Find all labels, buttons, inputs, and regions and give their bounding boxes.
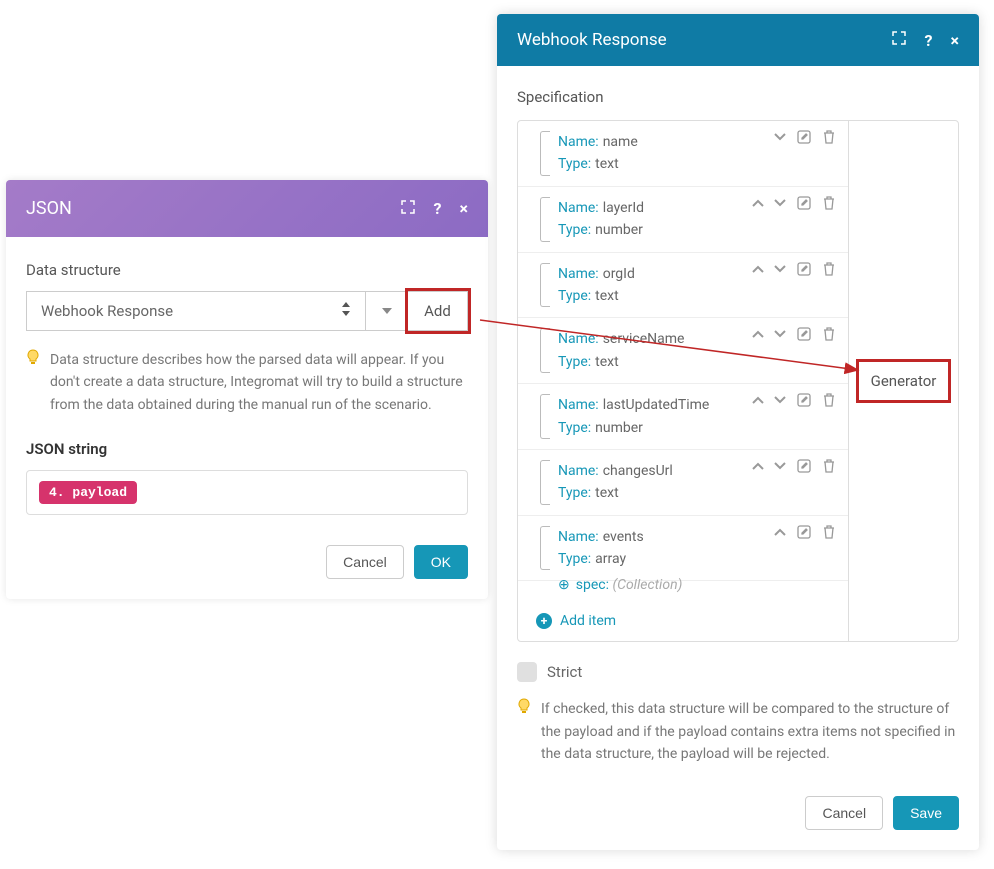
generator-button[interactable]: Generator bbox=[856, 359, 952, 403]
specification-label: Specification bbox=[517, 88, 959, 106]
type-key: Type: bbox=[558, 285, 591, 307]
name-key: Name: bbox=[558, 131, 599, 153]
webhook-response-panel: Webhook Response ? × Specification Name:… bbox=[497, 14, 979, 850]
move-down-icon[interactable] bbox=[774, 458, 786, 478]
help-icon[interactable]: ? bbox=[925, 31, 933, 50]
type-key: Type: bbox=[558, 153, 591, 175]
name-value: orgId bbox=[603, 263, 635, 285]
add-item-button[interactable]: +Add item bbox=[518, 601, 848, 641]
move-up-icon[interactable] bbox=[752, 261, 764, 281]
payload-tag[interactable]: 4. payload bbox=[39, 481, 137, 504]
json-string-input[interactable]: 4. payload bbox=[26, 470, 468, 515]
name-key: Name: bbox=[558, 263, 599, 285]
plus-icon: + bbox=[536, 613, 552, 629]
name-key: Name: bbox=[558, 328, 599, 350]
close-icon[interactable]: × bbox=[460, 199, 469, 218]
strict-checkbox[interactable] bbox=[517, 662, 537, 682]
move-up-icon[interactable] bbox=[752, 392, 764, 412]
type-key: Type: bbox=[558, 219, 591, 241]
name-value: layerId bbox=[603, 197, 644, 219]
edit-icon[interactable] bbox=[796, 524, 812, 544]
cancel-button[interactable]: Cancel bbox=[326, 545, 404, 579]
spec-item: Name: orgId Type: text bbox=[518, 253, 848, 319]
spec-nested[interactable]: ⊕spec: (Collection) bbox=[518, 577, 848, 593]
type-value: array bbox=[595, 548, 626, 570]
edit-icon[interactable] bbox=[796, 195, 812, 215]
edit-icon[interactable] bbox=[796, 458, 812, 478]
lightbulb-icon bbox=[26, 349, 40, 416]
type-value: text bbox=[595, 285, 619, 307]
type-key: Type: bbox=[558, 417, 591, 439]
data-structure-label: Data structure bbox=[26, 261, 468, 279]
move-up-icon[interactable] bbox=[774, 524, 786, 544]
data-structure-select[interactable]: Webhook Response bbox=[26, 291, 366, 331]
cancel-button[interactable]: Cancel bbox=[805, 796, 883, 830]
name-value: changesUrl bbox=[603, 460, 673, 482]
expand-icon[interactable] bbox=[891, 30, 907, 50]
move-up-icon[interactable] bbox=[752, 195, 764, 215]
delete-icon[interactable] bbox=[822, 129, 836, 149]
delete-icon[interactable] bbox=[822, 458, 836, 478]
type-value: number bbox=[595, 417, 643, 439]
name-key: Name: bbox=[558, 394, 599, 416]
type-key: Type: bbox=[558, 351, 591, 373]
name-value: name bbox=[603, 131, 638, 153]
name-key: Name: bbox=[558, 460, 599, 482]
edit-icon[interactable] bbox=[796, 261, 812, 281]
updown-icon bbox=[341, 302, 351, 320]
name-value: events bbox=[603, 526, 644, 548]
save-button[interactable]: Save bbox=[893, 796, 959, 830]
wr-panel-title: Webhook Response bbox=[517, 30, 667, 50]
type-value: text bbox=[595, 351, 619, 373]
move-up-icon[interactable] bbox=[752, 326, 764, 346]
close-icon[interactable]: × bbox=[951, 31, 960, 50]
lightbulb-icon bbox=[517, 698, 531, 765]
type-value: text bbox=[595, 153, 619, 175]
delete-icon[interactable] bbox=[822, 195, 836, 215]
delete-icon[interactable] bbox=[822, 392, 836, 412]
type-value: text bbox=[595, 482, 619, 504]
move-down-icon[interactable] bbox=[774, 392, 786, 412]
json-panel-header: JSON ? × bbox=[6, 180, 488, 237]
type-key: Type: bbox=[558, 482, 591, 504]
move-up-icon[interactable] bbox=[752, 458, 764, 478]
dropdown-button[interactable] bbox=[366, 291, 408, 331]
data-structure-help: Data structure describes how the parsed … bbox=[50, 349, 468, 416]
wr-panel-header: Webhook Response ? × bbox=[497, 14, 979, 66]
json-panel: JSON ? × Data structure Webhook Response… bbox=[6, 180, 488, 599]
type-key: Type: bbox=[558, 548, 591, 570]
expand-icon[interactable] bbox=[400, 199, 416, 219]
edit-icon[interactable] bbox=[796, 326, 812, 346]
strict-help: If checked, this data structure will be … bbox=[541, 698, 959, 765]
spec-list: Name: name Type: text Name: layerId Type… bbox=[518, 121, 848, 641]
help-icon[interactable]: ? bbox=[434, 199, 442, 218]
add-button[interactable]: Add bbox=[408, 291, 468, 331]
move-down-icon[interactable] bbox=[774, 129, 786, 149]
strict-label: Strict bbox=[547, 663, 582, 681]
edit-icon[interactable] bbox=[796, 129, 812, 149]
move-down-icon[interactable] bbox=[774, 326, 786, 346]
spec-item: Name: events Type: array bbox=[518, 516, 848, 582]
name-value: lastUpdatedTime bbox=[603, 394, 710, 416]
spec-item: Name: changesUrl Type: text bbox=[518, 450, 848, 516]
move-down-icon[interactable] bbox=[774, 195, 786, 215]
type-value: number bbox=[595, 219, 643, 241]
ok-button[interactable]: OK bbox=[414, 545, 468, 579]
spec-item: Name: name Type: text bbox=[518, 121, 848, 187]
name-key: Name: bbox=[558, 526, 599, 548]
expand-plus-icon[interactable]: ⊕ bbox=[558, 577, 570, 593]
spec-item: Name: layerId Type: number bbox=[518, 187, 848, 253]
data-structure-value: Webhook Response bbox=[41, 302, 173, 320]
spec-item: Name: lastUpdatedTime Type: number bbox=[518, 384, 848, 450]
json-panel-title: JSON bbox=[26, 198, 72, 219]
spec-item: Name: serviceName Type: text bbox=[518, 318, 848, 384]
delete-icon[interactable] bbox=[822, 261, 836, 281]
delete-icon[interactable] bbox=[822, 326, 836, 346]
edit-icon[interactable] bbox=[796, 392, 812, 412]
name-key: Name: bbox=[558, 197, 599, 219]
delete-icon[interactable] bbox=[822, 524, 836, 544]
name-value: serviceName bbox=[603, 328, 685, 350]
move-down-icon[interactable] bbox=[774, 261, 786, 281]
json-string-label: JSON string bbox=[26, 440, 468, 458]
